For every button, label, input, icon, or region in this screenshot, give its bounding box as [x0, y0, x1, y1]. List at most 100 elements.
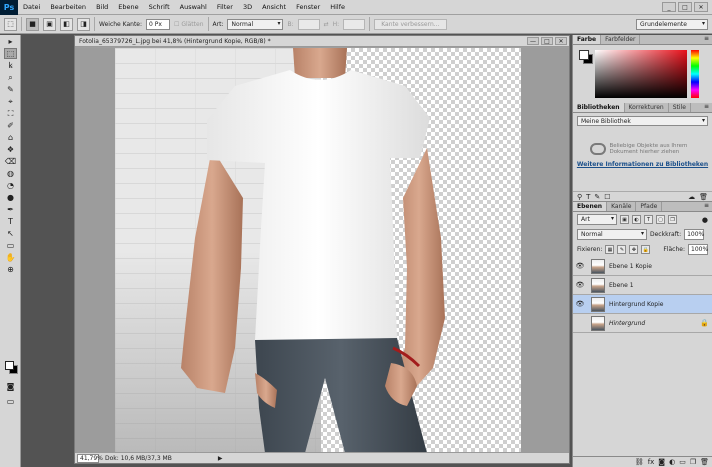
- pen-tool-icon[interactable]: ✒: [4, 204, 17, 215]
- menu-bearbeiten[interactable]: Bearbeiten: [45, 3, 91, 11]
- doc-minimize-button[interactable]: —: [527, 37, 539, 45]
- healing-tool-icon[interactable]: ⛶: [4, 108, 17, 119]
- brush-icon[interactable]: ✎: [594, 193, 600, 201]
- lock-all-icon[interactable]: 🔒: [641, 245, 651, 254]
- workspace-select[interactable]: Grundelemente: [636, 18, 708, 30]
- menu-fenster[interactable]: Fenster: [291, 3, 325, 11]
- smooth-checkbox[interactable]: ☐ Glätten: [174, 21, 204, 28]
- filter-shape-icon[interactable]: ▢: [656, 215, 665, 224]
- panel-foreground-swatch[interactable]: [579, 50, 589, 60]
- menu-auswahl[interactable]: Auswahl: [175, 3, 212, 11]
- eyedropper-tool-icon[interactable]: ⌖: [4, 96, 17, 107]
- type-icon[interactable]: T: [586, 193, 590, 201]
- tab-pfade[interactable]: Pfade: [636, 202, 663, 211]
- hand-tool-icon[interactable]: ✋: [4, 252, 17, 263]
- intersect-selection-icon[interactable]: ◨: [77, 17, 90, 31]
- menu-3d[interactable]: 3D: [238, 3, 257, 11]
- path-select-tool-icon[interactable]: ↖: [4, 228, 17, 239]
- zoom-field[interactable]: 41,79%: [77, 453, 103, 463]
- layer-filter-select[interactable]: Art: [577, 214, 617, 225]
- menu-ebene[interactable]: Ebene: [113, 3, 143, 11]
- layer-row[interactable]: 👁 Hintergrund 🔒: [573, 314, 712, 333]
- visibility-eye-icon[interactable]: 👁: [573, 319, 587, 327]
- tab-ebenen[interactable]: Ebenen: [573, 202, 608, 211]
- soft-edge-input[interactable]: 0 Px: [146, 18, 171, 30]
- filter-pixel-icon[interactable]: ▣: [620, 215, 629, 224]
- panel-menu-icon[interactable]: ≡: [704, 103, 709, 110]
- tab-korrekturen[interactable]: Korrekturen: [625, 103, 669, 112]
- style-select[interactable]: Normal: [227, 18, 284, 30]
- document-tab[interactable]: Fotolia_65379726_L.jpg bei 41,8% (Hinter…: [75, 36, 569, 47]
- dodge-tool-icon[interactable]: ●: [4, 192, 17, 203]
- stamp-icon[interactable]: ⚲: [577, 193, 582, 201]
- library-info-link[interactable]: Weitere Informationen zu Bibliotheken: [573, 161, 712, 168]
- visibility-eye-icon[interactable]: 👁: [573, 262, 587, 270]
- rectangle-tool-icon[interactable]: ▭: [4, 240, 17, 251]
- type-tool-icon[interactable]: T: [4, 216, 17, 227]
- filter-type-icon[interactable]: T: [644, 215, 653, 224]
- canvas-area[interactable]: [75, 48, 569, 453]
- library-select[interactable]: Meine Bibliothek: [577, 116, 708, 126]
- layer-row[interactable]: 👁 Ebene 1 Kopie: [573, 257, 712, 276]
- move-tool-icon[interactable]: ▸: [4, 36, 17, 47]
- panel-menu-icon[interactable]: ≡: [704, 202, 709, 209]
- delete-layer-icon[interactable]: 🗑: [700, 458, 709, 466]
- swap-icon[interactable]: ⇄: [324, 21, 329, 28]
- status-menu-icon[interactable]: ▶: [218, 455, 223, 462]
- doc-maximize-button[interactable]: □: [541, 37, 553, 45]
- new-selection-icon[interactable]: ■: [26, 17, 39, 31]
- cloud-icon[interactable]: ☁: [688, 193, 695, 201]
- maximize-button[interactable]: □: [678, 2, 692, 12]
- fill-input[interactable]: 100%: [688, 244, 708, 255]
- opacity-input[interactable]: 100%: [684, 229, 704, 240]
- menu-hilfe[interactable]: Hilfe: [325, 3, 350, 11]
- add-mask-icon[interactable]: ◙: [658, 458, 665, 466]
- brush-tool-icon[interactable]: ✐: [4, 120, 17, 131]
- lock-pixels-icon[interactable]: ✎: [617, 245, 627, 254]
- lock-transparency-icon[interactable]: ▦: [605, 245, 615, 254]
- adjustment-layer-icon[interactable]: ◐: [669, 458, 675, 466]
- color-spectrum[interactable]: [595, 50, 687, 98]
- eraser-tool-icon[interactable]: ⌫: [4, 156, 17, 167]
- image-canvas[interactable]: [115, 48, 521, 453]
- tab-stile[interactable]: Stile: [669, 103, 691, 112]
- tab-farbe[interactable]: Farbe: [573, 35, 602, 44]
- foreground-color-swatch[interactable]: [5, 361, 14, 370]
- minimize-button[interactable]: _: [662, 2, 676, 12]
- visibility-eye-icon[interactable]: 👁: [573, 281, 587, 289]
- marquee-preset-icon[interactable]: ⬚: [4, 17, 17, 31]
- visibility-eye-icon[interactable]: 👁: [573, 300, 587, 308]
- quick-mask-icon[interactable]: ◙: [4, 381, 17, 392]
- doc-close-button[interactable]: ✕: [555, 37, 567, 45]
- filter-adjust-icon[interactable]: ◐: [632, 215, 641, 224]
- close-button[interactable]: ✕: [694, 2, 708, 12]
- gradient-tool-icon[interactable]: ◍: [4, 168, 17, 179]
- filter-toggle-icon[interactable]: ●: [702, 216, 708, 224]
- quick-select-tool-icon[interactable]: ⌕: [4, 72, 17, 83]
- history-brush-tool-icon[interactable]: ❖: [4, 144, 17, 155]
- tab-bibliotheken[interactable]: Bibliotheken: [573, 103, 625, 112]
- layer-row[interactable]: 👁 Ebene 1: [573, 276, 712, 295]
- stamp-tool-icon[interactable]: ⌂: [4, 132, 17, 143]
- marquee-tool-icon[interactable]: ⬚: [4, 48, 17, 59]
- blend-mode-select[interactable]: Normal: [577, 229, 647, 240]
- screen-mode-icon[interactable]: ▭: [4, 396, 17, 407]
- zoom-tool-icon[interactable]: ⊕: [4, 264, 17, 275]
- fx-icon[interactable]: fx: [648, 458, 655, 466]
- width-input[interactable]: [297, 18, 320, 30]
- menu-filter[interactable]: Filter: [212, 3, 238, 11]
- refine-edge-button[interactable]: Kante verbessern...: [374, 18, 447, 30]
- menu-ansicht[interactable]: Ansicht: [257, 3, 291, 11]
- height-input[interactable]: [343, 18, 366, 30]
- menu-schrift[interactable]: Schrift: [144, 3, 175, 11]
- filter-smart-icon[interactable]: ❐: [668, 215, 677, 224]
- crop-tool-icon[interactable]: ✎: [4, 84, 17, 95]
- lock-position-icon[interactable]: ✥: [629, 245, 639, 254]
- layer-row-selected[interactable]: 👁 Hintergrund Kopie: [573, 295, 712, 314]
- lasso-tool-icon[interactable]: ꝃ: [4, 60, 17, 71]
- tab-kanaele[interactable]: Kanäle: [607, 202, 637, 211]
- menu-datei[interactable]: Datei: [18, 3, 45, 11]
- link-layers-icon[interactable]: ⛓: [635, 458, 644, 466]
- new-layer-icon[interactable]: ❐: [690, 458, 696, 466]
- menu-bild[interactable]: Bild: [91, 3, 113, 11]
